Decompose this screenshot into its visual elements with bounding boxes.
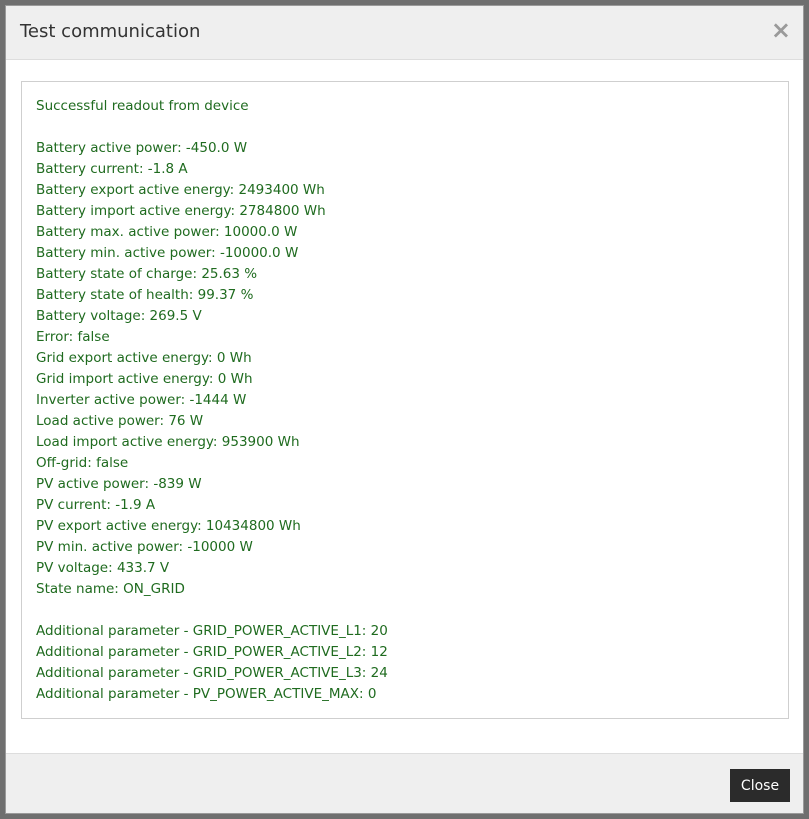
close-button[interactable]: Close <box>730 769 790 802</box>
readout-line: Battery min. active power: -10000.0 W <box>36 245 299 261</box>
readout-line: PV voltage: 433.7 V <box>36 560 170 576</box>
readout-line: State name: ON_GRID <box>36 581 185 597</box>
dialog-header: Test communication × <box>6 6 803 60</box>
dialog-title: Test communication <box>20 21 201 42</box>
additional-parameter-line: Additional parameter - GRID_POWER_ACTIVE… <box>36 665 388 681</box>
readout-line: PV current: -1.9 A <box>36 497 156 513</box>
readout-line: Battery voltage: 269.5 V <box>36 308 202 324</box>
readout-line: Inverter active power: -1444 W <box>36 392 247 408</box>
readout-line: Battery current: -1.8 A <box>36 161 188 177</box>
additional-parameter-line: Additional parameter - GRID_POWER_ACTIVE… <box>36 623 388 639</box>
readout-line: PV active power: -839 W <box>36 476 202 492</box>
readout-line: Battery export active energy: 2493400 Wh <box>36 182 325 198</box>
test-communication-dialog: Test communication × Successful readout … <box>5 5 804 814</box>
dialog-body: Successful readout from device Battery a… <box>6 60 803 754</box>
readout-line: Load import active energy: 953900 Wh <box>36 434 300 450</box>
readout-status: Successful readout from device <box>36 98 249 114</box>
readout-line: Battery state of health: 99.37 % <box>36 287 254 303</box>
readout-line: Battery state of charge: 25.63 % <box>36 266 258 282</box>
readout-line: PV min. active power: -10000 W <box>36 539 253 555</box>
readout-line: Battery max. active power: 10000.0 W <box>36 224 298 240</box>
additional-parameter-line: Additional parameter - PV_POWER_ACTIVE_M… <box>36 686 377 702</box>
readout-line: Battery import active energy: 2784800 Wh <box>36 203 326 219</box>
readout-line: Battery active power: -450.0 W <box>36 140 248 156</box>
readout-line: Grid import active energy: 0 Wh <box>36 371 253 387</box>
readout-line: Load active power: 76 W <box>36 413 204 429</box>
close-icon[interactable]: × <box>771 18 791 42</box>
readout-panel: Successful readout from device Battery a… <box>21 81 789 719</box>
dialog-footer: Close <box>6 753 803 813</box>
additional-parameter-line: Additional parameter - GRID_POWER_ACTIVE… <box>36 644 388 660</box>
readout-line: Off-grid: false <box>36 455 129 471</box>
readout-line: Grid export active energy: 0 Wh <box>36 350 252 366</box>
readout-line: Error: false <box>36 329 110 345</box>
readout-line: PV export active energy: 10434800 Wh <box>36 518 301 534</box>
